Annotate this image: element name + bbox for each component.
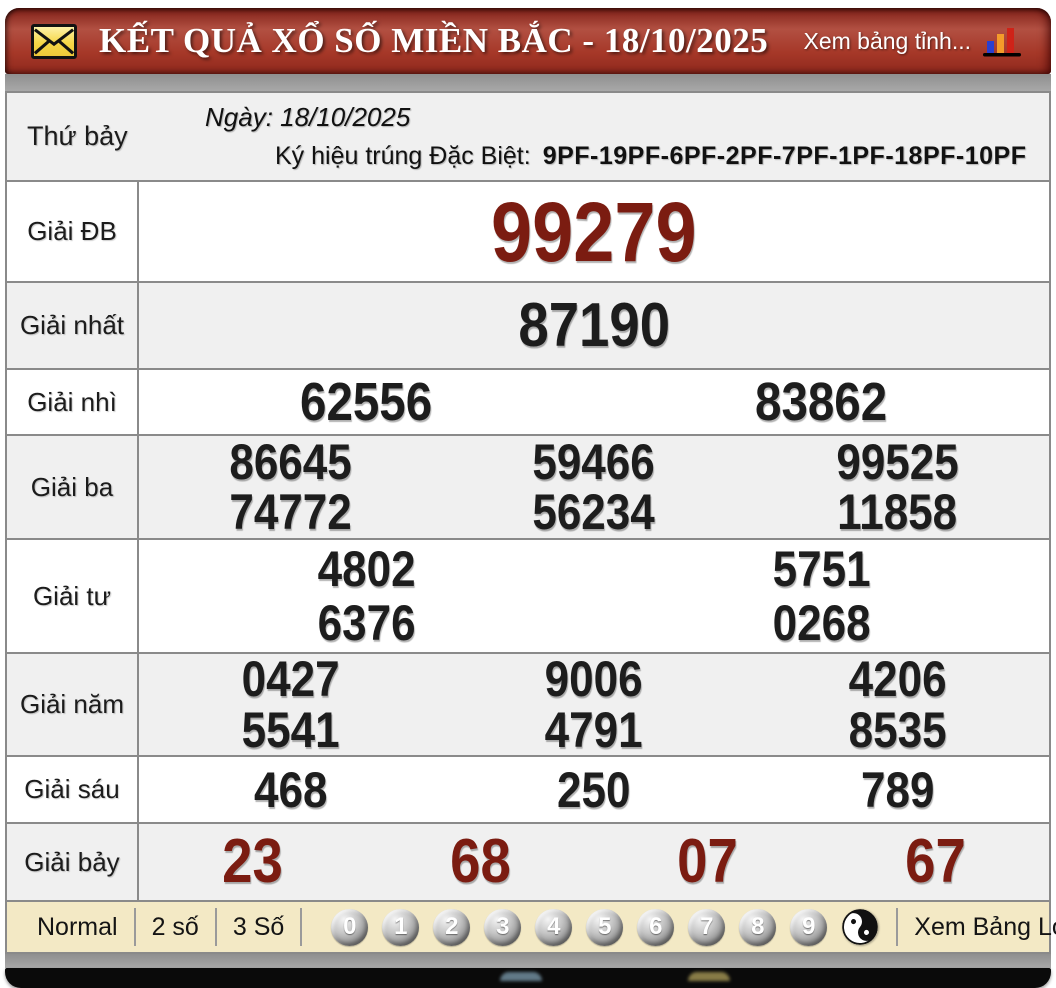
- prize-number: 9006: [545, 654, 643, 704]
- prize-row-fifth: Giải năm 0427 9006 4206 5541 4791 8535: [7, 652, 1049, 755]
- digit-balls: 0 1 2 3 4 5 6 7 8 9: [324, 909, 886, 946]
- digit-ball-0[interactable]: 0: [331, 909, 368, 946]
- prize-number: 07: [677, 831, 738, 893]
- envelope-icon: [31, 24, 77, 59]
- prize-number: 5751: [773, 544, 871, 594]
- prize-number: 87190: [518, 295, 670, 357]
- digit-ball-5[interactable]: 5: [586, 909, 623, 946]
- digit-ball-6[interactable]: 6: [637, 909, 674, 946]
- prize-number: 0427: [242, 654, 340, 704]
- prize-number: 59466: [533, 437, 655, 487]
- prize-row-fourth: Giải tư 4802 5751 6376 0268: [7, 538, 1049, 652]
- prize-number: 56234: [533, 487, 655, 537]
- digit-ball-7[interactable]: 7: [688, 909, 725, 946]
- weekday-label: Thứ bảy: [7, 93, 167, 180]
- prize-number: 11858: [837, 487, 957, 537]
- prize-number: 68: [450, 831, 511, 893]
- digit-ball-2[interactable]: 2: [433, 909, 470, 946]
- loto-table-link[interactable]: Xem Bảng Loto: [914, 913, 1056, 942]
- prize-number: 4206: [848, 654, 946, 704]
- prize-number: 789: [861, 765, 934, 815]
- results-table: Thứ bảy Ngày: 18/10/2025 Ký hiệu trúng Đ…: [5, 91, 1051, 954]
- prize-number: 62556: [300, 375, 432, 429]
- digit-ball-4[interactable]: 4: [535, 909, 572, 946]
- yin-yang-icon[interactable]: [835, 902, 886, 953]
- prize-row-special: Giải ĐB 99279: [7, 180, 1049, 281]
- prize-number: 468: [254, 765, 327, 815]
- prize-number: 4791: [545, 705, 643, 755]
- bottom-gray-strip: [5, 954, 1051, 968]
- special-symbol: Ký hiệu trúng Đặc Biệt:9PF-19PF-6PF-2PF-…: [167, 142, 1027, 171]
- prize-number: 99279: [491, 190, 697, 274]
- prize-number: 86645: [229, 437, 351, 487]
- page-title: KẾT QUẢ XỔ SỐ MIỀN BẮC - 18/10/2025: [99, 21, 768, 61]
- prize-number: 250: [557, 765, 630, 815]
- bar-chart-icon[interactable]: [981, 26, 1023, 62]
- divider: [300, 908, 302, 946]
- date-info-row: Thứ bảy Ngày: 18/10/2025 Ký hiệu trúng Đ…: [7, 93, 1049, 180]
- prize-number: 23: [222, 831, 283, 893]
- prize-row-third: Giải ba 86645 59466 99525 74772 56234 11…: [7, 434, 1049, 538]
- header-bar: KẾT QUẢ XỔ SỐ MIỀN BẮC - 18/10/2025 Xem …: [5, 8, 1051, 74]
- digit-ball-3[interactable]: 3: [484, 909, 521, 946]
- lottery-result-widget: KẾT QUẢ XỔ SỐ MIỀN BẮC - 18/10/2025 Xem …: [5, 8, 1051, 988]
- prize-number: 67: [905, 831, 966, 893]
- prize-number: 5541: [242, 705, 340, 755]
- prize-row-first: Giải nhất 87190: [7, 281, 1049, 368]
- prize-number: 6376: [318, 598, 416, 648]
- prize-number: 0268: [773, 598, 871, 648]
- digit-ball-1[interactable]: 1: [382, 909, 419, 946]
- mode-normal[interactable]: Normal: [21, 913, 134, 942]
- prize-row-seventh: Giải bảy 23 68 07 67: [7, 822, 1049, 900]
- prize-row-second: Giải nhì 62556 83862: [7, 368, 1049, 434]
- province-table-link[interactable]: Xem bảng tỉnh...: [804, 28, 972, 55]
- prize-number: 74772: [229, 487, 351, 537]
- loto-toolbar: Normal 2 số 3 Số 0 1 2 3 4 5 6 7 8 9: [7, 900, 1049, 952]
- prize-number: 4802: [318, 544, 416, 594]
- prize-number: 99525: [836, 437, 958, 487]
- divider: [896, 908, 898, 946]
- mode-3-digits[interactable]: 3 Số: [217, 913, 300, 942]
- prize-row-sixth: Giải sáu 468 250 789: [7, 755, 1049, 822]
- prize-number: 8535: [848, 705, 946, 755]
- top-gray-strip: [5, 74, 1051, 91]
- draw-date: Ngày: 18/10/2025: [167, 102, 410, 133]
- prize-number: 83862: [755, 375, 887, 429]
- mode-2-digits[interactable]: 2 số: [136, 913, 215, 942]
- digit-ball-8[interactable]: 8: [739, 909, 776, 946]
- special-symbol-codes: 9PF-19PF-6PF-2PF-7PF-1PF-18PF-10PF: [543, 142, 1027, 170]
- digit-ball-9[interactable]: 9: [790, 909, 827, 946]
